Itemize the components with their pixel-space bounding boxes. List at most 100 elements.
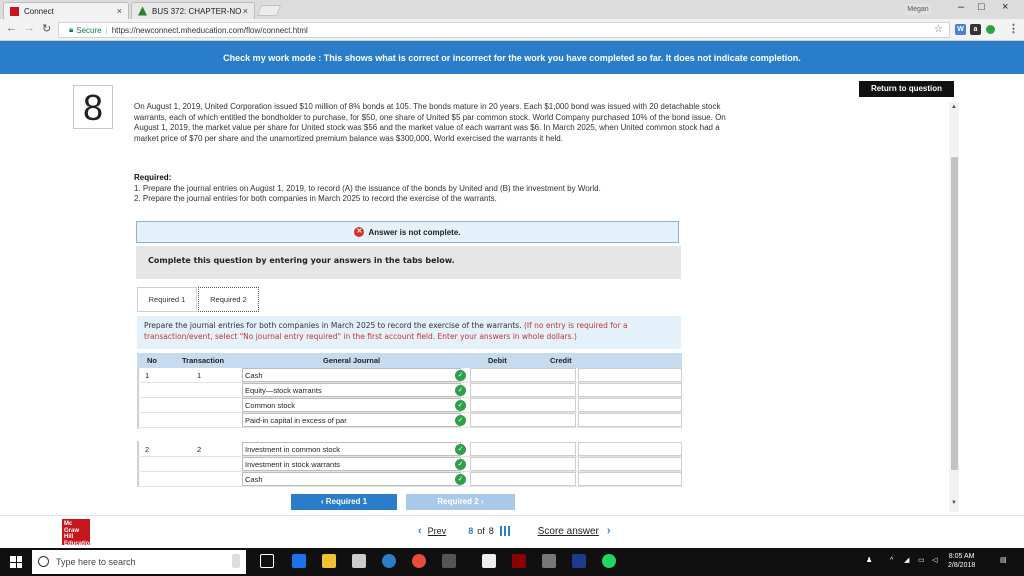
credit-input[interactable] [578,368,682,382]
credit-input[interactable] [578,383,682,397]
screen: { "browser": { "tabs": [ {"label": "Conn… [0,0,1024,576]
debit-input[interactable] [470,457,576,471]
battery-icon[interactable]: ▭ [918,556,925,565]
clock-date: 2/8/2018 [948,562,976,569]
tab-required-1[interactable]: Required 1 [137,287,197,312]
debit-input[interactable] [470,398,576,412]
table-row: Paid-in capital in excess of par ✓ [137,413,682,428]
instructions-text: Prepare the journal entries for both com… [144,321,522,330]
account-select[interactable]: Cash [242,368,461,382]
debit-input[interactable] [470,413,576,427]
tab-bus372[interactable]: BUS 372: CHAPTER-NO × [131,2,255,19]
network-icon[interactable]: ◢ [904,556,909,565]
tray-chevron-icon[interactable]: ^ [890,556,893,565]
return-to-question-button[interactable]: Return to question [859,81,954,97]
mail-icon[interactable] [482,554,496,568]
lock-icon: 🔒︎ [69,25,74,34]
correct-check-icon: ✓ [455,385,466,396]
mcgraw-hill-logo: Mc Graw Hill Education [62,519,94,547]
menu-kebab-icon[interactable]: ⋮ [1008,22,1019,35]
debit-input[interactable] [470,368,576,382]
table-row: 2 2 Investment in common stock ✓ [137,442,682,457]
credit-input[interactable] [578,457,682,471]
score-answer-link[interactable]: Score answer [538,526,599,537]
new-tab-button[interactable] [256,5,282,16]
secure-label: Secure [76,25,102,35]
account-select[interactable]: Cash [242,472,461,486]
question-text: On August 1, 2019, United Corporation is… [134,102,726,143]
extension-dot-icon[interactable] [986,25,995,34]
drive-favicon-icon [138,6,147,16]
bookmark-star-icon[interactable]: ☆ [934,24,943,35]
app-icon[interactable] [442,554,456,568]
url-text[interactable]: https://newconnect.mheducation.com/flow/… [112,26,308,35]
close-tab-icon[interactable]: × [243,6,248,16]
required-heading: Required: [134,173,172,182]
extension-icon[interactable]: a [970,24,981,35]
maximize-button[interactable]: □ [978,1,985,13]
tab-required-2[interactable]: Required 2 [198,287,259,312]
page-of: of [477,526,485,536]
reload-icon[interactable]: ↻ [42,22,51,35]
scroll-down-icon[interactable]: ▼ [951,500,957,506]
question-number: 8 [73,85,113,129]
edge-icon[interactable] [292,554,306,568]
debit-input[interactable] [470,383,576,397]
table-row: Equity—stock warrants ✓ [137,383,682,398]
error-x-icon: ✕ [354,227,365,237]
tab-connect[interactable]: Connect × [3,2,129,19]
correct-check-icon: ✓ [455,400,466,411]
scroll-up-icon[interactable]: ▲ [951,104,957,110]
notifications-icon[interactable]: ▤ [1000,556,1007,565]
clock[interactable]: 8:05 AM 2/8/2018 [948,552,975,570]
app-icon[interactable] [512,554,526,568]
credit-input[interactable] [578,442,682,456]
credit-input[interactable] [578,472,682,486]
back-icon[interactable]: ← [6,22,17,34]
account-select[interactable]: Paid-in capital in excess of par [242,413,461,427]
instructions-box: Prepare the journal entries for both com… [137,316,681,349]
app-icon[interactable] [572,554,586,568]
debit-input[interactable] [470,472,576,486]
file-explorer-icon[interactable] [322,554,336,568]
scrollbar-thumb[interactable] [951,157,958,470]
correct-check-icon: ✓ [455,444,466,455]
task-view-icon[interactable] [260,554,274,568]
complete-prompt-box: Complete this question by entering your … [136,246,681,279]
minimize-button[interactable]: – [958,1,964,13]
windows-start-icon[interactable] [10,556,22,568]
photos-icon[interactable] [542,554,556,568]
debit-input[interactable] [470,442,576,456]
account-select[interactable]: Investment in common stock [242,442,461,456]
account-select[interactable]: Common stock [242,398,461,412]
store-icon[interactable] [352,554,366,568]
forward-icon[interactable]: → [24,22,35,34]
volume-icon[interactable]: ◁ [932,556,937,565]
chevron-left-icon[interactable]: ‹ [418,525,422,537]
credit-input[interactable] [578,398,682,412]
close-window-button[interactable]: × [1002,1,1008,13]
close-tab-icon[interactable]: × [117,6,122,16]
credit-input[interactable] [578,413,682,427]
address-bar[interactable]: 🔒︎ Secure | https://newconnect.mheducati… [58,22,950,38]
mic-icon[interactable] [232,554,240,568]
required-item-2: 2. Prepare the journal entries for both … [134,194,497,203]
word-extension-icon[interactable]: W [955,24,966,35]
profile-badge[interactable]: Megan [905,4,931,15]
taskbar-search-input[interactable]: Type here to search [32,550,246,574]
grid-icon[interactable] [499,526,510,536]
whatsapp-icon[interactable] [602,554,616,568]
separator: | [105,25,108,35]
next-required-button[interactable]: Required 2 › [406,494,515,510]
correct-check-icon: ✓ [455,415,466,426]
prev-required-button[interactable]: ‹ Required 1 [291,494,397,510]
chevron-right-icon[interactable]: › [607,525,611,537]
chrome-icon[interactable] [412,554,426,568]
people-icon[interactable]: ♟ [866,556,872,565]
account-select[interactable]: Investment in stock warrants [242,457,461,471]
search-placeholder: Type here to search [56,557,136,567]
question-pager: ‹ Prev 8 of 8 Score answer › [418,525,611,537]
prev-question-link[interactable]: Prev [428,526,447,536]
account-select[interactable]: Equity—stock warrants [242,383,461,397]
app-icon[interactable] [382,554,396,568]
